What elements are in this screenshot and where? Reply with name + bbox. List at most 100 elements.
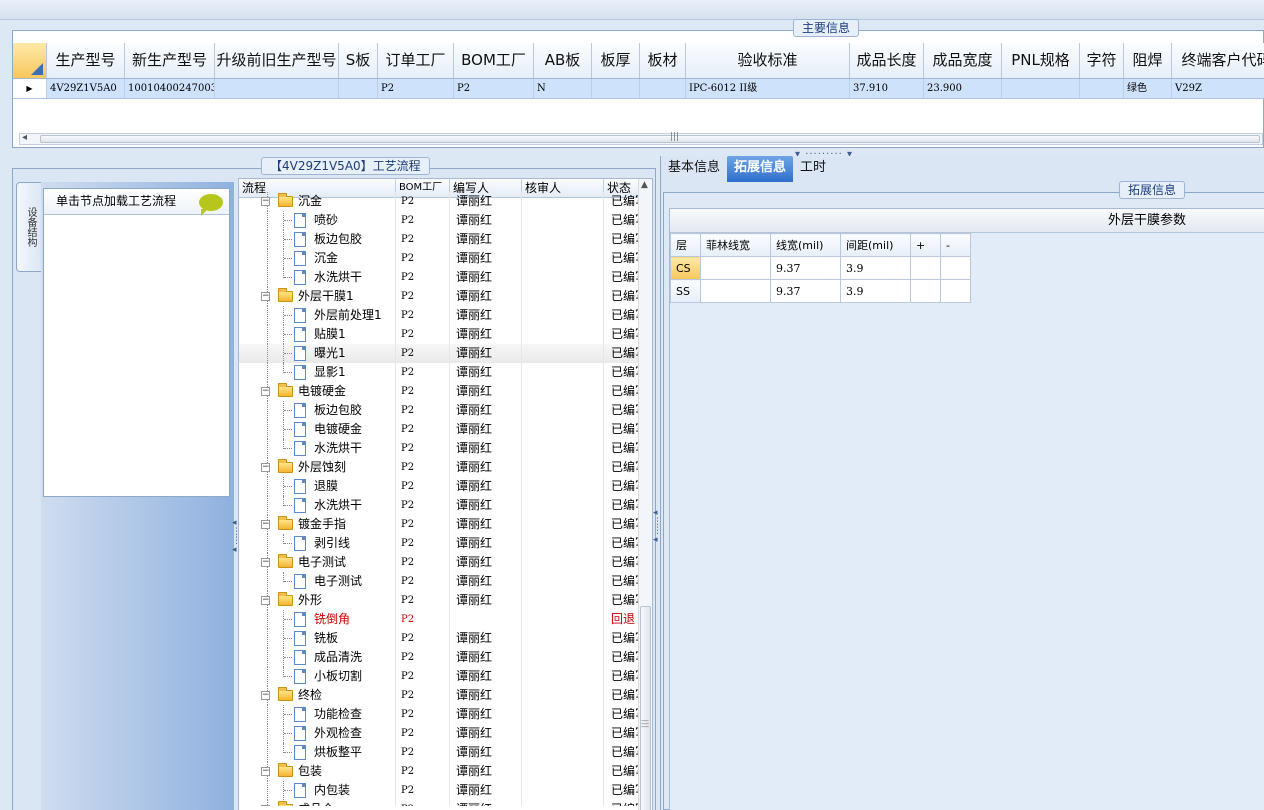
ext-table-row[interactable]: SS 9.37 3.9 [670, 279, 971, 303]
grid-cell[interactable] [1080, 79, 1124, 98]
ext-table-cell[interactable] [700, 279, 771, 303]
tree-node[interactable]: 内包装 [239, 781, 396, 800]
ext-table-cell[interactable]: 9.37 [770, 279, 841, 303]
collapse-toggle-icon[interactable]: − [261, 387, 270, 396]
tree-row[interactable]: 沉金 P2 谭丽红 已编写 [239, 249, 652, 268]
scrollbar-thumb[interactable] [40, 135, 1260, 143]
tree-node[interactable]: 水洗烘干 [239, 439, 396, 458]
tree-row[interactable]: 铣板 P2 谭丽红 已编写 [239, 629, 652, 648]
ext-table-cell[interactable] [940, 279, 971, 303]
tree-node[interactable]: 成品清洗 [239, 648, 396, 667]
grid-cell[interactable] [339, 79, 378, 98]
ext-table-cell[interactable] [940, 256, 971, 280]
column-header[interactable]: 阻焊 [1124, 43, 1172, 78]
tree-row[interactable]: − 终检 P2 谭丽红 已编写 [239, 686, 652, 705]
collapse-toggle-icon[interactable]: − [261, 292, 270, 301]
tree-row[interactable]: 水洗烘干 P2 谭丽红 已编写 [239, 496, 652, 515]
grid-cell[interactable] [592, 79, 640, 98]
tree-row[interactable]: 曝光1 P2 谭丽红 已编写 [239, 344, 652, 363]
tree-row[interactable]: 成品清洗 P2 谭丽红 已编写 [239, 648, 652, 667]
tree-node[interactable]: 小板切割 [239, 667, 396, 686]
tree-row[interactable]: 板边包胶 P2 谭丽红 已编写 [239, 230, 652, 249]
tree-row[interactable]: 水洗烘干 P2 谭丽红 已编写 [239, 439, 652, 458]
tree-row[interactable]: 水洗烘干 P2 谭丽红 已编写 [239, 268, 652, 287]
collapse-toggle-icon[interactable]: − [261, 558, 270, 567]
ext-table-header[interactable]: + [910, 233, 941, 257]
ext-table-cell[interactable]: 3.9 [840, 279, 911, 303]
tree-row[interactable]: 外观检查 P2 谭丽红 已编写 [239, 724, 652, 743]
grid-cell[interactable]: 23.900 [924, 79, 1002, 98]
ext-table-header[interactable]: 层 [670, 233, 701, 257]
column-header[interactable]: 成品宽度 [924, 43, 1002, 78]
column-header[interactable]: 升级前旧生产型号 [215, 43, 339, 78]
column-header[interactable]: AB板 [534, 43, 592, 78]
column-header[interactable]: 生产型号 [47, 43, 125, 78]
ext-table-cell[interactable]: 3.9 [840, 256, 911, 280]
tree-row[interactable]: − 外层干膜1 P2 谭丽红 已编写 [239, 287, 652, 306]
grid-cell[interactable]: 绿色 [1124, 79, 1172, 98]
tab-0[interactable]: 基本信息 [661, 156, 727, 182]
column-header[interactable]: 成品长度 [850, 43, 924, 78]
column-header[interactable]: BOM工厂 [454, 43, 534, 78]
column-header[interactable]: 板材 [640, 43, 686, 78]
tree-node[interactable]: − 终检 [239, 686, 396, 705]
tree-row[interactable]: 显影1 P2 谭丽红 已编写 [239, 363, 652, 382]
tree-row[interactable]: 贴膜1 P2 谭丽红 已编写 [239, 325, 652, 344]
ext-table-cell[interactable]: SS [670, 279, 701, 303]
ext-table-cell[interactable] [910, 279, 941, 303]
scroll-left-icon[interactable]: ◂ [22, 132, 27, 143]
ext-table-header[interactable]: 菲林线宽 [700, 233, 771, 257]
ext-table-header[interactable]: 线宽(mil) [770, 233, 841, 257]
grid-cell[interactable]: N [534, 79, 592, 98]
main-horizontal-scrollbar[interactable]: ◂ ||| [19, 132, 1263, 145]
tree-row[interactable]: 外层前处理1 P2 谭丽红 已编写 [239, 306, 652, 325]
tree-row[interactable]: 烘板整平 P2 谭丽红 已编写 [239, 743, 652, 762]
tree-row[interactable]: − 包装 P2 谭丽红 已编写 [239, 762, 652, 781]
tree-row[interactable]: 喷砂 P2 谭丽红 已编写 [239, 211, 652, 230]
ext-table-cell[interactable] [700, 256, 771, 280]
tree-row[interactable]: 剥引线 P2 谭丽红 已编写 [239, 534, 652, 553]
main-grid-row[interactable]: ▶ 4V29Z1V5A0 10010400247003 P2 P2 N IPC-6012 I… [13, 79, 1264, 99]
tree-row[interactable]: − 外层蚀刻 P2 谭丽红 已编写 [239, 458, 652, 477]
collapse-toggle-icon[interactable]: − [261, 596, 270, 605]
collapse-toggle-icon[interactable]: − [261, 520, 270, 529]
tree-row[interactable]: 板边包胶 P2 谭丽红 已编写 [239, 401, 652, 420]
tree-node[interactable]: − 包装 [239, 762, 396, 781]
column-header[interactable]: 新生产型号 [125, 43, 215, 78]
tree-row[interactable]: − 电子测试 P2 谭丽红 已编写 [239, 553, 652, 572]
tree-row[interactable]: − 电镀硬金 P2 谭丽红 已编写 [239, 382, 652, 401]
column-header[interactable]: S板 [339, 43, 378, 78]
tree-node[interactable]: − 沉金 [239, 192, 396, 211]
tree-node[interactable]: − 外形 [239, 591, 396, 610]
tab-1[interactable]: 拓展信息 [727, 156, 794, 182]
column-header[interactable]: PNL规格 [1002, 43, 1080, 78]
ext-table-header[interactable]: - [940, 233, 971, 257]
tree-scrollbar-thumb[interactable] [640, 606, 651, 810]
tree-node[interactable]: 曝光1 [239, 344, 396, 363]
tree-node[interactable]: − 镀金手指 [239, 515, 396, 534]
tree-node[interactable]: 退膜 [239, 477, 396, 496]
grid-cell[interactable] [215, 79, 339, 98]
tree-node[interactable]: 铣板 [239, 629, 396, 648]
collapse-toggle-icon[interactable]: − [261, 691, 270, 700]
tree-node[interactable]: 贴膜1 [239, 325, 396, 344]
grid-cell[interactable] [1002, 79, 1080, 98]
collapse-toggle-icon[interactable]: − [261, 805, 270, 806]
tree-node[interactable]: 电镀硬金 [239, 420, 396, 439]
ext-table-row[interactable]: CS 9.37 3.9 [670, 256, 971, 280]
tree-node[interactable]: 外层前处理1 [239, 306, 396, 325]
tree-node[interactable]: 外观检查 [239, 724, 396, 743]
tree-row[interactable]: −成品仓P2谭丽红已编写 [239, 800, 652, 806]
column-header[interactable]: 终端客户代码 [1172, 43, 1264, 78]
tree-row[interactable]: − 镀金手指 P2 谭丽红 已编写 [239, 515, 652, 534]
collapse-toggle-icon[interactable]: − [261, 197, 270, 206]
tree-row[interactable]: − 外形 P2 谭丽红 已编写 [239, 591, 652, 610]
column-header[interactable]: 板厚 [592, 43, 640, 78]
tree-node[interactable]: 板边包胶 [239, 401, 396, 420]
tree-node[interactable]: 铣倒角 [239, 610, 396, 629]
ext-table-cell[interactable] [910, 256, 941, 280]
tree-row[interactable]: 铣倒角 P2 回退 [239, 610, 652, 629]
tree-node[interactable]: − 成品仓 [239, 800, 396, 806]
tree-row[interactable]: 小板切割 P2 谭丽红 已编写 [239, 667, 652, 686]
collapse-toggle-icon[interactable]: − [261, 463, 270, 472]
